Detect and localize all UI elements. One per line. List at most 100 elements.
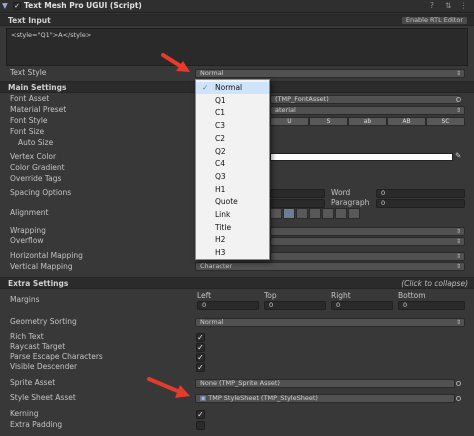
foldout-arrow-icon[interactable]: ▼: [2, 1, 8, 11]
dropdown-item[interactable]: H1: [196, 184, 269, 196]
alignment-buttons: [270, 208, 375, 219]
annotation-arrow-style-sheet: [147, 377, 190, 398]
dropdown-item[interactable]: Link: [196, 209, 269, 221]
geometry-sorting-dropdown[interactable]: Normal ⇕: [195, 318, 465, 327]
eyedropper-icon[interactable]: ✎: [455, 151, 461, 161]
collapse-hint[interactable]: (Click to collapse): [401, 279, 468, 288]
spacing-character-field[interactable]: [270, 189, 325, 198]
material-preset-dropdown[interactable]: aterial ⇕: [270, 106, 465, 115]
margin-right-value: 0: [336, 301, 341, 309]
vertical-mapping-value: Character: [200, 262, 233, 270]
dropdown-caret-icon: ⇕: [455, 263, 461, 270]
dropdown-item-label: C3: [215, 121, 226, 131]
dropdown-caret-icon: ⇕: [455, 238, 461, 245]
component-enabled-checkbox[interactable]: ✓: [13, 2, 21, 10]
parse-escape-checkbox[interactable]: ✓: [196, 353, 205, 362]
dropdown-item[interactable]: Quote: [196, 196, 269, 208]
dropdown-caret-icon: ⇕: [455, 228, 461, 235]
font-size-label: Font Size: [10, 127, 45, 136]
dropdown-caret-icon: ⇕: [455, 107, 461, 114]
raycast-target-label: Raycast Target: [10, 342, 66, 351]
dropdown-item-label: Q3: [215, 171, 226, 181]
dropdown-item[interactable]: C4: [196, 158, 269, 170]
font-style-button[interactable]: SC: [426, 117, 465, 126]
font-style-button[interactable]: S: [309, 117, 348, 126]
horizontal-mapping-dropdown[interactable]: ⇕: [270, 252, 465, 261]
section-main-settings-label: Main Settings: [8, 83, 67, 92]
geometry-sorting-label: Geometry Sorting: [10, 317, 77, 326]
overflow-dropdown[interactable]: ⇕: [270, 237, 465, 246]
dropdown-item[interactable]: Q3: [196, 171, 269, 183]
section-extra-settings[interactable]: Extra Settings (Click to collapse): [0, 277, 474, 289]
align-justified-icon[interactable]: [270, 208, 282, 219]
visible-descender-label: Visible Descender: [10, 362, 78, 371]
font-style-button[interactable]: ab: [348, 117, 387, 126]
dropdown-item[interactable]: C2: [196, 133, 269, 145]
font-asset-field[interactable]: (TMP_FontAsset): [270, 95, 460, 104]
font-style-button[interactable]: AB: [387, 117, 426, 126]
object-picker-icon[interactable]: [456, 97, 461, 102]
dropdown-item[interactable]: C3: [196, 120, 269, 132]
text-style-dropdown[interactable]: Normal ⇕: [195, 69, 465, 78]
paragraph-spacing-value: 0: [381, 199, 386, 207]
alignment-label: Alignment: [10, 208, 49, 217]
vertical-mapping-dropdown[interactable]: Character ⇕: [195, 262, 465, 271]
spacing-line-field[interactable]: [270, 199, 325, 208]
override-tags-label: Override Tags: [10, 174, 62, 183]
raycast-target-checkbox[interactable]: ✓: [196, 343, 205, 352]
vertical-mapping-label: Vertical Mapping: [10, 262, 73, 271]
paragraph-spacing-field[interactable]: 0: [376, 199, 465, 208]
visible-descender-checkbox[interactable]: ✓: [196, 363, 205, 372]
object-picker-icon[interactable]: [456, 381, 461, 386]
rich-text-checkbox[interactable]: ✓: [196, 333, 205, 342]
align-middle-icon[interactable]: [296, 208, 308, 219]
wrapping-dropdown[interactable]: ⇕: [270, 227, 465, 236]
enable-rtl-editor-button[interactable]: Enable RTL Editor: [400, 16, 468, 25]
dropdown-item[interactable]: H2: [196, 234, 269, 246]
font-style-buttons: U Sab AB SC: [270, 117, 465, 126]
section-extra-settings-label: Extra Settings: [8, 279, 69, 288]
align-capline-icon[interactable]: [348, 208, 360, 219]
help-icon[interactable]: ?: [430, 1, 434, 11]
extra-padding-checkbox[interactable]: [196, 421, 205, 430]
align-baseline-icon[interactable]: [322, 208, 334, 219]
vertex-color-label: Vertex Color: [10, 152, 57, 161]
section-text-input-label: Text Input: [8, 16, 51, 25]
margin-right-field[interactable]: 0: [331, 301, 393, 310]
component-menu-icon[interactable]: ⋮: [460, 1, 468, 11]
dropdown-item[interactable]: C1: [196, 107, 269, 119]
dropdown-item[interactable]: Title: [196, 222, 269, 234]
text-input-value: <style="Q1">A</style>: [11, 31, 92, 39]
dropdown-item-label: C4: [215, 159, 226, 169]
sprite-asset-value: None (TMP_Sprite Asset): [200, 379, 280, 387]
dropdown-item[interactable]: ✓ Normal: [196, 82, 269, 94]
geometry-sorting-value: Normal: [200, 318, 224, 326]
paragraph-label: Paragraph: [331, 198, 370, 207]
vertex-color-swatch[interactable]: [270, 153, 453, 161]
overflow-label: Overflow: [10, 236, 44, 245]
text-input-area[interactable]: <style="Q1">A</style>: [6, 28, 468, 66]
margin-top-field[interactable]: 0: [264, 301, 326, 310]
style-sheet-asset-field[interactable]: ▣ TMP StyleSheet (TMP_StyleSheet): [195, 394, 455, 403]
font-style-button[interactable]: U: [270, 117, 309, 126]
margin-top-value: 0: [269, 301, 274, 309]
kerning-checkbox[interactable]: ✓: [196, 410, 205, 419]
align-midline-icon[interactable]: [335, 208, 347, 219]
object-picker-icon[interactable]: [456, 396, 461, 401]
word-spacing-field[interactable]: 0: [376, 189, 465, 198]
align-top-icon[interactable]: [283, 208, 295, 219]
text-style-label: Text Style: [10, 68, 47, 77]
margin-left-field[interactable]: 0: [197, 301, 259, 310]
extra-padding-label: Extra Padding: [10, 420, 63, 429]
component-header[interactable]: ▼ ✓ Text Mesh Pro UGUI (Script) ? ⇅ ⋮: [0, 0, 474, 13]
dropdown-item[interactable]: Q2: [196, 146, 269, 158]
align-bottom-icon[interactable]: [309, 208, 321, 219]
dropdown-caret-icon: ⇕: [455, 70, 461, 77]
presets-icon[interactable]: ⇅: [445, 1, 451, 11]
dropdown-item[interactable]: Q1: [196, 95, 269, 107]
dropdown-item-label: Normal: [215, 83, 243, 92]
dropdown-item-label: H2: [215, 235, 226, 245]
dropdown-item[interactable]: H3: [196, 247, 269, 259]
margin-bottom-field[interactable]: 0: [398, 301, 465, 310]
sprite-asset-field[interactable]: None (TMP_Sprite Asset): [195, 379, 455, 388]
